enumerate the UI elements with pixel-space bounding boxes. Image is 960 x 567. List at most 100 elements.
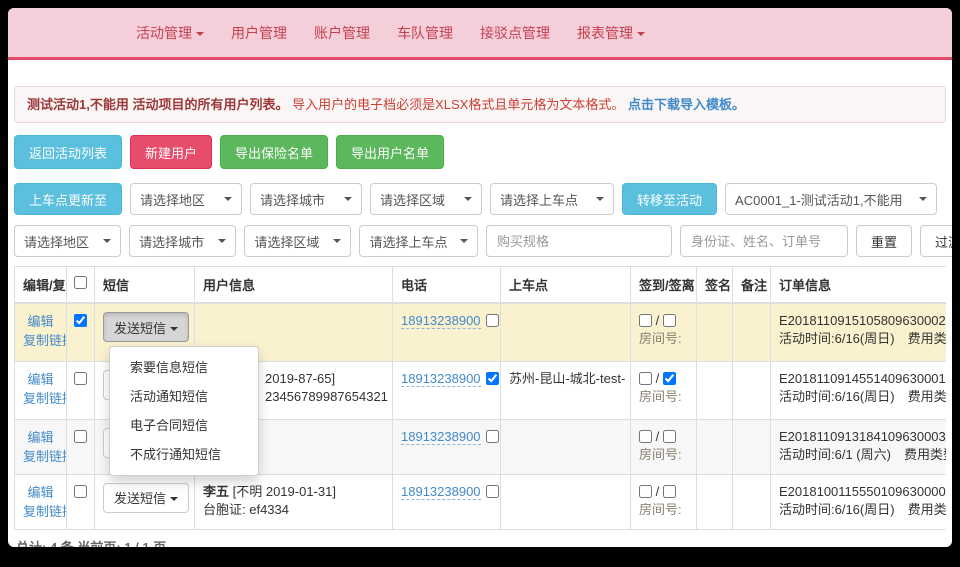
note-cell — [733, 419, 771, 474]
send-sms-button[interactable]: 发送短信 — [103, 483, 189, 513]
nav-shuttle-point-management[interactable]: 接驳点管理 — [480, 23, 550, 43]
row-select-checkbox[interactable] — [74, 372, 87, 385]
order-info-cell: E20181109151058096300025活动时间:6/16(周日) 费用… — [771, 303, 947, 361]
export-insurance-list-button[interactable]: 导出保险名单 — [220, 135, 328, 169]
header-edit-copy: 编辑/复制 — [15, 267, 67, 304]
select-all-checkbox[interactable] — [74, 276, 87, 289]
search-filter-row: 请选择地区 请选择城市 请选择区域 请选择上车点 重置 过滤 — [14, 225, 946, 257]
region-select[interactable]: 请选择地区 — [130, 183, 242, 215]
phone-link[interactable]: 18913238900 — [401, 371, 481, 387]
nav-fleet-management[interactable]: 车队管理 — [397, 23, 453, 43]
checkin-checkout-cell: / 房间号: — [631, 303, 697, 361]
region-filter-select[interactable]: 请选择地区 — [14, 225, 121, 257]
nav-user-management[interactable]: 用户管理 — [231, 23, 287, 43]
select-value: 请选择地区 — [24, 232, 89, 251]
city-filter-select[interactable]: 请选择城市 — [129, 225, 236, 257]
select-value: 请选择上车点 — [369, 232, 447, 251]
chevron-down-icon — [103, 239, 111, 243]
checkin-checkout-cell: / 房间号: — [631, 419, 697, 474]
header-order-info: 订单信息 — [771, 267, 947, 304]
pickup-point-cell — [501, 303, 631, 361]
sms-menu-item-cancel-notice[interactable]: 不成行通知短信 — [110, 440, 258, 469]
room-label: 房间号: — [639, 330, 688, 348]
sms-button-label: 发送短信 — [114, 491, 166, 506]
sms-menu-item-activity-notice[interactable]: 活动通知短信 — [110, 382, 258, 411]
copy-link-link[interactable]: 复制链接 — [23, 389, 58, 408]
chevron-down-icon — [218, 239, 226, 243]
sms-menu-item-e-contract[interactable]: 电子合同短信 — [110, 411, 258, 440]
sms-menu-item-request-info[interactable]: 索要信息短信 — [110, 353, 258, 382]
nav-account-management[interactable]: 账户管理 — [314, 23, 370, 43]
checkout-checkbox[interactable] — [663, 430, 676, 443]
room-label: 房间号: — [639, 446, 688, 464]
city-select[interactable]: 请选择城市 — [250, 183, 362, 215]
checkin-checkbox[interactable] — [639, 485, 652, 498]
row-select-checkbox[interactable] — [74, 314, 87, 327]
activity-select[interactable]: AC0001_1-测试活动1,不能用 — [725, 183, 937, 215]
download-template-link[interactable]: 点击下载导入模板。 — [628, 97, 745, 112]
pickup-point-cell — [501, 419, 631, 474]
pickup-point-select[interactable]: 请选择上车点 — [490, 183, 614, 215]
back-to-activity-list-button[interactable]: 返回活动列表 — [14, 135, 122, 169]
transfer-to-activity-button[interactable]: 转移至活动 — [622, 183, 717, 215]
header-sms: 短信 — [95, 267, 195, 304]
note-cell — [733, 361, 771, 419]
room-label: 房间号: — [639, 388, 688, 406]
pickup-point-cell: 苏州-昆山-城北-test- — [501, 361, 631, 419]
checkout-checkbox[interactable] — [663, 485, 676, 498]
phone-link[interactable]: 18913238900 — [401, 429, 481, 445]
header-note: 备注 — [733, 267, 771, 304]
district-filter-select[interactable]: 请选择区域 — [244, 225, 351, 257]
chevron-down-icon — [224, 197, 232, 201]
alert-import-hint: 导入用户的电子档必须是XLSX格式且单元格为文本格式。 — [292, 97, 624, 112]
room-label: 房间号: — [639, 501, 688, 519]
nav-label: 活动管理 — [136, 25, 192, 41]
phone-checkbox[interactable] — [486, 485, 499, 498]
nav-label: 账户管理 — [314, 25, 370, 41]
copy-link-link[interactable]: 复制链接 — [23, 447, 58, 466]
select-value: 请选择区域 — [254, 232, 319, 251]
nav-activity-management[interactable]: 活动管理 — [136, 23, 204, 43]
edit-link[interactable]: 编辑 — [23, 428, 58, 447]
signature-cell — [697, 419, 733, 474]
pagination-summary: 总计: 4 条,当前页: 1 / 1 页 — [14, 537, 946, 548]
nav-report-management[interactable]: 报表管理 — [577, 23, 645, 43]
reset-button[interactable]: 重置 — [856, 225, 912, 257]
update-pickup-button[interactable]: 上车点更新至 — [14, 183, 122, 215]
order-info-cell: E20181001155501096300003活动时间:6/16(周日) 费用… — [771, 474, 947, 529]
chevron-down-icon — [596, 197, 604, 201]
nav-label: 接驳点管理 — [480, 25, 550, 41]
checkin-checkbox[interactable] — [639, 372, 652, 385]
edit-link[interactable]: 编辑 — [23, 483, 58, 502]
district-select[interactable]: 请选择区域 — [370, 183, 482, 215]
checkin-checkbox[interactable] — [639, 314, 652, 327]
checkout-checkbox[interactable] — [663, 372, 676, 385]
checkin-checkbox[interactable] — [639, 430, 652, 443]
select-value: 请选择城市 — [139, 232, 204, 251]
search-input[interactable] — [680, 225, 848, 257]
chevron-down-icon — [919, 197, 927, 201]
phone-checkbox[interactable] — [486, 314, 499, 327]
phone-checkbox[interactable] — [486, 372, 499, 385]
edit-link[interactable]: 编辑 — [23, 370, 58, 389]
copy-link-link[interactable]: 复制链接 — [23, 502, 58, 521]
spec-input[interactable] — [486, 225, 672, 257]
user-table: 编辑/复制 短信 用户信息 电话 上车点 签到/签离 签名 备注 订单信息 — [14, 266, 946, 530]
checkout-checkbox[interactable] — [663, 314, 676, 327]
phone-checkbox[interactable] — [486, 430, 499, 443]
new-user-button[interactable]: 新建用户 — [130, 135, 212, 169]
phone-link[interactable]: 18913238900 — [401, 313, 481, 329]
chevron-down-icon — [333, 239, 341, 243]
phone-link[interactable]: 18913238900 — [401, 484, 481, 500]
send-sms-button[interactable]: 发送短信 — [103, 312, 189, 342]
row-select-checkbox[interactable] — [74, 485, 87, 498]
filter-button[interactable]: 过滤 — [920, 225, 952, 257]
select-value: 请选择上车点 — [500, 190, 578, 209]
row-select-checkbox[interactable] — [74, 430, 87, 443]
action-toolbar: 返回活动列表 新建用户 导出保险名单 导出用户名单 — [14, 135, 946, 169]
export-user-list-button[interactable]: 导出用户名单 — [336, 135, 444, 169]
pickup-filter-select[interactable]: 请选择上车点 — [359, 225, 478, 257]
header-pickup-point: 上车点 — [501, 267, 631, 304]
copy-link-link[interactable]: 复制链接 — [23, 331, 58, 350]
edit-link[interactable]: 编辑 — [23, 312, 58, 331]
